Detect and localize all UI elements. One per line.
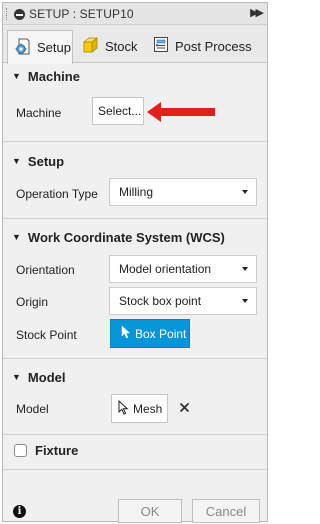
machine-select-button[interactable]: Select... [92, 97, 144, 125]
model-section: ▼ Model [3, 364, 267, 390]
fixture-label: Fixture [35, 443, 79, 458]
collapse-triangle-icon: ▼ [12, 232, 21, 242]
mesh-label: Mesh [133, 401, 163, 416]
tab-stock[interactable]: Stock [77, 31, 147, 61]
box-point-button[interactable]: Box Point [110, 319, 190, 348]
orientation-select[interactable]: Model orientation [109, 255, 257, 283]
stock-point-label: Stock Point [16, 328, 77, 342]
wcs-section-title: Work Coordinate System (WCS) [27, 229, 225, 245]
red-arrow-annotation [147, 101, 215, 126]
fixture-checkbox[interactable] [14, 444, 27, 457]
machine-section-title: Machine [27, 68, 80, 84]
operation-type-select[interactable]: Milling [109, 178, 257, 206]
drag-grip-icon[interactable] [6, 8, 9, 20]
machine-label: Machine [16, 106, 62, 120]
section-divider [3, 218, 267, 219]
section-divider [3, 141, 267, 142]
model-section-title: Model [27, 369, 66, 385]
expand-icon[interactable]: ▶▶ [250, 6, 264, 19]
tab-setup[interactable]: Setup [7, 30, 73, 64]
clear-selection-icon[interactable] [179, 402, 190, 416]
model-section-header[interactable]: ▼ Model [3, 364, 267, 390]
tab-post-process[interactable]: Post Process [149, 31, 263, 61]
orientation-value: Model orientation [119, 262, 212, 276]
post-process-icon [153, 36, 169, 56]
model-label: Model [16, 402, 49, 416]
collapse-triangle-icon: ▼ [12, 71, 21, 81]
origin-label: Origin [16, 295, 49, 309]
setup-title-icon [14, 9, 25, 20]
chevron-down-icon [242, 299, 248, 303]
cursor-arrow-icon [118, 399, 129, 418]
cancel-button[interactable]: Cancel [192, 499, 260, 523]
ok-button[interactable]: OK [118, 499, 182, 523]
section-divider [3, 469, 267, 470]
tab-bar: Setup Stock Post Process [3, 25, 267, 64]
tab-post-process-label: Post Process [175, 38, 252, 54]
operation-type-label: Operation Type [16, 187, 98, 201]
wcs-section-header[interactable]: ▼ Work Coordinate System (WCS) [3, 224, 267, 250]
machine-section-header[interactable]: ▼ Machine [3, 63, 267, 89]
info-icon[interactable]: i [13, 505, 26, 518]
setup-section: ▼ Setup [3, 148, 267, 174]
tab-setup-label: Setup [37, 40, 71, 55]
setup-dialog: SETUP : SETUP10 ▶▶ Setup Stock Post Proc… [2, 2, 268, 523]
model-mesh-button[interactable]: Mesh [111, 394, 168, 423]
dialog-title: SETUP : SETUP10 [29, 7, 134, 21]
machine-section: ▼ Machine [3, 63, 267, 89]
tab-stock-label: Stock [105, 38, 138, 54]
wcs-section: ▼ Work Coordinate System (WCS) [3, 224, 267, 250]
box-point-label: Box Point [135, 326, 187, 341]
chevron-down-icon [242, 190, 248, 194]
orientation-label: Orientation [16, 263, 75, 277]
section-divider [3, 358, 267, 359]
setup-section-header[interactable]: ▼ Setup [3, 148, 267, 174]
collapse-triangle-icon: ▼ [12, 372, 21, 382]
dialog-footer: i OK Cancel [3, 485, 267, 523]
gear-document-icon [14, 38, 31, 58]
setup-section-title: Setup [27, 153, 65, 169]
origin-select[interactable]: Stock box point [109, 287, 257, 315]
operation-type-value: Milling [119, 185, 154, 199]
origin-value: Stock box point [119, 294, 202, 308]
chevron-down-icon [242, 267, 248, 271]
collapse-triangle-icon: ▼ [12, 156, 21, 166]
section-divider [3, 434, 267, 435]
cursor-arrow-icon [121, 325, 131, 342]
stock-cube-icon [81, 36, 99, 56]
title-bar[interactable]: SETUP : SETUP10 ▶▶ [3, 3, 267, 25]
